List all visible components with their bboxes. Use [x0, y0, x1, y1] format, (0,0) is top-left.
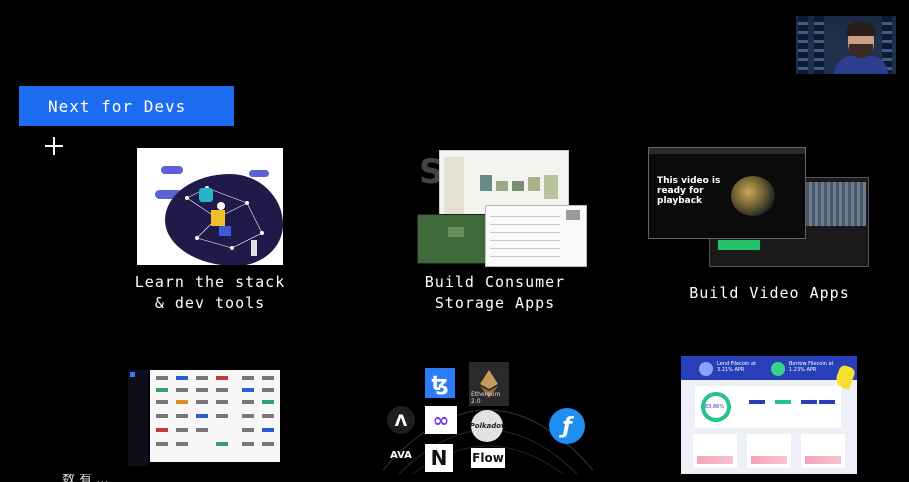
card-learn-caption: Learn the stack & dev tools	[134, 273, 286, 312]
subtitle-text: 数 有 ...	[62, 474, 109, 482]
video-apps-screenshots: This video is ready for playback	[645, 147, 870, 267]
ecosystem-sidebar	[128, 370, 148, 466]
video-ready-text: This video is ready for playback	[657, 176, 721, 206]
storage-apps-screenshots: S	[415, 148, 587, 267]
card-storage-caption: Build Consumer Storage Apps	[424, 273, 566, 312]
slide-title: Next for Devs	[48, 96, 187, 116]
flow-icon: Flow	[471, 448, 505, 468]
video-green-button	[718, 240, 760, 250]
webcam-video	[796, 16, 896, 74]
file-list-screen	[485, 205, 587, 267]
algorand-icon: Λ	[387, 406, 415, 434]
video-subtitle: 数 有 ...	[0, 474, 909, 482]
card-video-caption: Build Video Apps	[689, 284, 850, 302]
video-player-screen: This video is ready for playback	[648, 147, 806, 239]
network-nodes	[185, 186, 264, 256]
lend-rate-text: Lend Filecoin at 3.21% APR	[717, 361, 757, 373]
globe-image	[731, 176, 775, 216]
ecosystem-logos-thumbnail	[128, 370, 280, 466]
tezos-icon: ꜩ	[425, 368, 455, 398]
dashboard-panel	[693, 434, 737, 468]
filecoin-icon: ƒ	[549, 408, 585, 444]
dashboard-panel	[747, 434, 791, 468]
crowd-video-thumbnail	[806, 182, 866, 226]
dashboard-panel	[801, 434, 845, 468]
shelf-decoration	[814, 16, 824, 74]
dashboard-summary-card: 83.86%	[695, 386, 841, 428]
infinity-icon: ∞	[425, 406, 457, 434]
polkadot-icon: Polkadot	[470, 410, 504, 442]
presentation-slide: Next for Devs Learn the stack & dev tool…	[0, 0, 909, 482]
ecosystem-logo-grid	[150, 370, 280, 462]
donut-value: 83.86%	[705, 404, 725, 410]
shelf-decoration	[798, 16, 808, 74]
avalanche-label: AVA	[390, 449, 412, 461]
slide-title-box: Next for Devs	[19, 86, 234, 126]
learn-stack-illustration	[137, 148, 283, 265]
filecoin-market-dashboard: Lend Filecoin at 3.21% APR Borrow Fileco…	[681, 356, 857, 474]
ethereum-icon: Ethereum 2.0	[469, 362, 509, 406]
presenter-hair	[846, 22, 876, 36]
near-icon: N	[425, 444, 453, 472]
plus-icon	[45, 137, 63, 155]
borrow-rate-text: Borrow Filecoin at 1.23% APR	[789, 361, 834, 373]
presenter-body	[834, 56, 888, 74]
blockchain-logos: ꜩ Ethereum 2.0 Λ ∞ Polkadot AVA N Flow ƒ	[383, 360, 593, 482]
map-app-screen	[417, 214, 491, 264]
dashboard-header: Lend Filecoin at 3.21% APR Borrow Fileco…	[681, 356, 857, 380]
